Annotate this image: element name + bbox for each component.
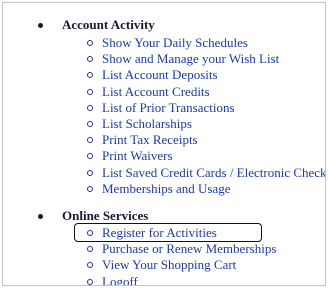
wish-list-link[interactable]: Show and Manage your Wish List (102, 51, 279, 67)
memberships-usage-link[interactable]: Memberships and Usage (102, 181, 231, 197)
list-item-account-credits[interactable]: List Account Credits (3, 84, 323, 100)
disc-bullet-icon (38, 23, 43, 28)
list-item-prior-transactions[interactable]: List of Prior Transactions (3, 100, 323, 116)
show-daily-schedules-link[interactable]: Show Your Daily Schedules (102, 35, 248, 51)
account-credits-link[interactable]: List Account Credits (102, 84, 210, 100)
list-item-saved-credit-cards[interactable]: List Saved Credit Cards / Electronic Che… (3, 165, 325, 181)
list-item-memberships-usage[interactable]: Memberships and Usage (3, 181, 323, 197)
saved-credit-cards-link[interactable]: List Saved Credit Cards / Electronic Che… (102, 165, 325, 181)
list-item-wish-list[interactable]: Show and Manage your Wish List (3, 51, 323, 67)
list-item-scholarships[interactable]: List Scholarships (3, 116, 323, 132)
tax-receipts-link[interactable]: Print Tax Receipts (102, 132, 198, 148)
section-header: Account Activity (3, 17, 323, 33)
scholarships-link[interactable]: List Scholarships (102, 116, 192, 132)
list-item-logoff[interactable]: Logoff (3, 274, 323, 285)
circle-bullet-icon (87, 56, 93, 63)
list-item-tax-receipts[interactable]: Print Tax Receipts (3, 132, 323, 148)
list-item-print-waivers[interactable]: Print Waivers (3, 148, 323, 164)
circle-bullet-icon (87, 40, 93, 46)
section-account-activity: Account Activity (3, 17, 323, 33)
circle-bullet-icon (87, 72, 93, 79)
list-item-account-deposits[interactable]: List Account Deposits (3, 67, 323, 83)
circle-bullet-icon (87, 121, 93, 127)
circle-bullet-icon (87, 262, 93, 269)
menu-panel: Account Activity Show Your Daily Schedul… (2, 2, 326, 286)
circle-bullet-icon (87, 88, 93, 95)
circle-bullet-icon (87, 246, 93, 253)
circle-bullet-icon (87, 169, 93, 176)
circle-bullet-icon (87, 153, 93, 160)
purchase-memberships-link[interactable]: Purchase or Renew Memberships (102, 241, 276, 257)
circle-bullet-icon (87, 137, 93, 144)
selection-highlight-box (74, 223, 262, 242)
section-title-online-services: Online Services (62, 208, 149, 223)
list-item-shopping-cart[interactable]: View Your Shopping Cart (3, 257, 323, 273)
account-deposits-link[interactable]: List Account Deposits (102, 67, 218, 83)
disc-bullet-icon (38, 214, 43, 219)
shopping-cart-link[interactable]: View Your Shopping Cart (102, 257, 236, 273)
circle-bullet-icon (87, 185, 93, 192)
circle-bullet-icon (87, 278, 93, 285)
list-item-show-daily-schedules[interactable]: Show Your Daily Schedules (3, 35, 323, 51)
logoff-link[interactable]: Logoff (102, 274, 138, 285)
circle-bullet-icon (87, 104, 93, 111)
print-waivers-link[interactable]: Print Waivers (102, 148, 173, 164)
section-title-account-activity: Account Activity (62, 17, 155, 32)
section-online-services: Online Services (3, 208, 323, 224)
prior-transactions-link[interactable]: List of Prior Transactions (102, 100, 235, 116)
section-header: Online Services (3, 208, 323, 224)
list-item-purchase-memberships[interactable]: Purchase or Renew Memberships (3, 241, 323, 257)
